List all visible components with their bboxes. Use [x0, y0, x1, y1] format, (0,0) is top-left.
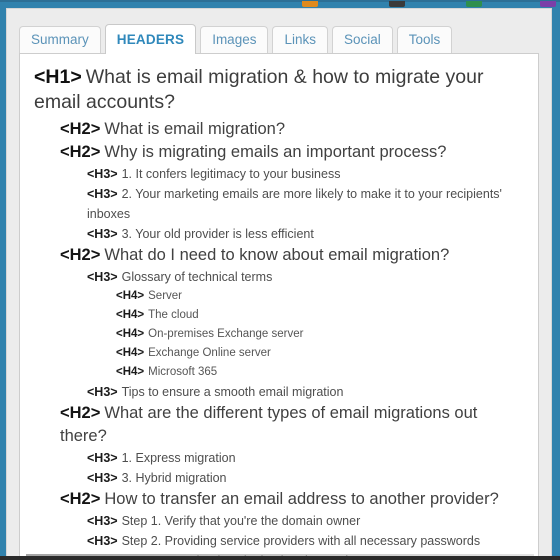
heading-tag-label: <H2>	[60, 490, 101, 508]
heading-tag-label: <H4>	[116, 328, 145, 340]
heading-row-h3[interactable]: <H3> 1. It confers legitimacy to your bus…	[87, 164, 524, 184]
heading-row-h2[interactable]: <H2> What are the different types of emai…	[60, 402, 524, 448]
heading-row-h3[interactable]: <H3> Glossary of technical terms	[87, 267, 524, 287]
browser-tab-favicon[interactable]	[389, 1, 405, 7]
heading-row-h3[interactable]: <H3> Step 1. Verify that you're the domai…	[87, 511, 524, 531]
heading-tag-label: <H3>	[87, 227, 118, 241]
heading-tag-label: <H3>	[87, 167, 118, 181]
browser-tab-favicon[interactable]	[302, 1, 318, 7]
screenshot-crop-edge	[0, 556, 560, 560]
heading-text: 3. Your old provider is less efficient	[121, 227, 314, 241]
heading-tag-label: <H3>	[87, 187, 118, 201]
heading-tag-label: <H2>	[60, 120, 101, 138]
heading-row-h2[interactable]: <H2> What do I need to know about email m…	[60, 244, 524, 267]
heading-row-h4[interactable]: <H4> Exchange Online server	[116, 344, 524, 363]
heading-row-h3[interactable]: <H3> 1. Express migration	[87, 448, 524, 468]
heading-row-h3[interactable]: <H3> Step 2. Providing service providers …	[87, 531, 524, 551]
tab-links[interactable]: Links	[272, 26, 328, 53]
heading-text: Tips to ensure a smooth email migration	[121, 385, 344, 399]
heading-text: The cloud	[148, 309, 199, 321]
heading-text: What are the different types of email mi…	[60, 404, 478, 445]
heading-text: Step 1. Verify that you're the domain ow…	[121, 514, 361, 528]
heading-tag-label: <H3>	[87, 514, 118, 528]
heading-text: 1. Express migration	[121, 451, 236, 465]
heading-text: Exchange Online server	[148, 347, 271, 359]
heading-text: Step 2. Providing service providers with…	[121, 534, 481, 548]
heading-tag-label: <H4>	[116, 290, 145, 302]
heading-tag-label: <H4>	[116, 366, 145, 378]
heading-row-h4[interactable]: <H4> On-premises Exchange server	[116, 325, 524, 344]
heading-tag-label: <H4>	[116, 309, 145, 321]
heading-text: Microsoft 365	[148, 366, 218, 378]
heading-text: 3. Hybrid migration	[121, 471, 227, 485]
heading-tag-label: <H4>	[116, 347, 145, 359]
heading-text: 1. It confers legitimacy to your busines…	[121, 167, 341, 181]
tab-summary[interactable]: Summary	[19, 26, 101, 53]
heading-tag-label: <H1>	[34, 66, 82, 88]
heading-text: 2. Your marketing emails are more likely…	[87, 187, 502, 221]
heading-tag-label: <H3>	[87, 385, 118, 399]
tab-tools[interactable]: Tools	[396, 26, 453, 53]
heading-row-h3[interactable]: <H3> Tips to ensure a smooth email migrat…	[87, 382, 524, 402]
page-content-area: Summary HEADERS Images Links Social Tools <H1…	[6, 8, 552, 560]
browser-tab-favicon[interactable]	[540, 1, 556, 7]
seo-report-tab-bar: Summary HEADERS Images Links Social Tools	[19, 24, 539, 54]
browser-tab-favicon[interactable]	[466, 1, 482, 7]
heading-row-h2[interactable]: <H2> What is email migration?	[60, 118, 524, 141]
heading-text: What is email migration & how to migrate…	[34, 66, 484, 113]
heading-text: Server	[148, 290, 183, 302]
heading-row-h4[interactable]: <H4> Server	[116, 287, 524, 306]
heading-text: What do I need to know about email migra…	[104, 246, 450, 264]
heading-row-h2[interactable]: <H2> How to transfer an email address to …	[60, 488, 524, 511]
tab-social[interactable]: Social	[331, 26, 393, 53]
browser-tabstrip	[0, 1, 560, 8]
heading-tag-label: <H3>	[87, 471, 118, 485]
heading-text: What is email migration?	[104, 120, 286, 138]
heading-tag-label: <H2>	[60, 143, 101, 161]
heading-tag-label: <H3>	[87, 534, 118, 548]
heading-row-h1[interactable]: <H1> What is email migration & how to mig…	[34, 65, 524, 115]
heading-row-h3[interactable]: <H3> 3. Hybrid migration	[87, 468, 524, 488]
heading-row-h3[interactable]: <H3> 3. Your old provider is less efficie…	[87, 224, 524, 244]
heading-tag-label: <H2>	[60, 246, 101, 264]
heading-row-h2[interactable]: <H2> Why is migrating emails an important…	[60, 141, 524, 164]
heading-text: Why is migrating emails an important pro…	[104, 143, 447, 161]
headers-outline-panel[interactable]: <H1> What is email migration & how to mig…	[19, 54, 539, 560]
tab-headers[interactable]: HEADERS	[104, 24, 197, 54]
heading-row-h3[interactable]: <H3> 2. Your marketing emails are more li…	[87, 184, 524, 224]
heading-tag-label: <H3>	[87, 451, 118, 465]
tab-images[interactable]: Images	[200, 26, 269, 53]
browser-window-frame: Summary HEADERS Images Links Social Tools <H1…	[0, 0, 560, 560]
heading-tag-label: <H2>	[60, 404, 101, 422]
heading-row-h4[interactable]: <H4> The cloud	[116, 306, 524, 325]
heading-text: How to transfer an email address to anot…	[104, 490, 499, 508]
heading-text: Glossary of technical terms	[121, 270, 273, 284]
heading-row-h4[interactable]: <H4> Microsoft 365	[116, 363, 524, 382]
heading-text: On-premises Exchange server	[148, 328, 304, 340]
heading-tag-label: <H3>	[87, 270, 118, 284]
